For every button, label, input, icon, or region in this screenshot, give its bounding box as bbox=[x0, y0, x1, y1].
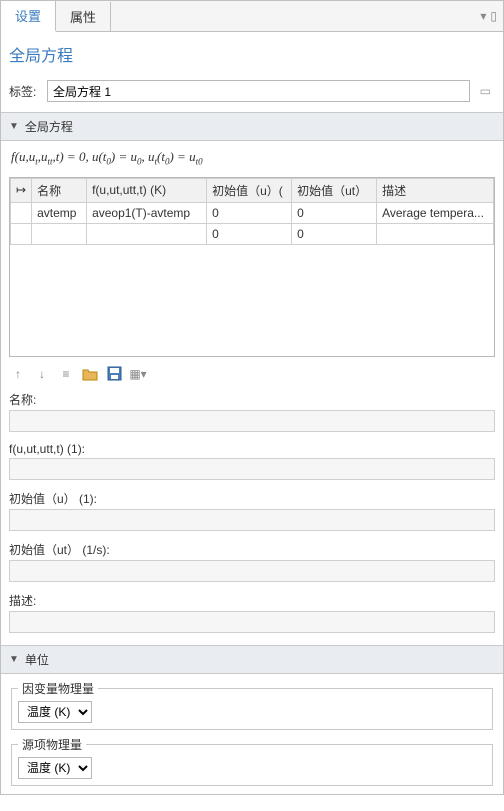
tab-bar: 设置 属性 ▾ ▯ bbox=[1, 1, 503, 32]
clear-button[interactable]: ▦▾ bbox=[129, 365, 147, 383]
cell-desc[interactable]: Average tempera... bbox=[377, 202, 494, 223]
name-input[interactable] bbox=[9, 410, 495, 432]
depvar-fieldset: 因变量物理量 温度 (K) bbox=[11, 680, 493, 730]
field-name: 名称: bbox=[1, 387, 503, 438]
field-ut0: 初始值（ut） (1/s): bbox=[1, 537, 503, 588]
cell-ut0[interactable]: 0 bbox=[292, 202, 377, 223]
list-icon[interactable]: ≡ bbox=[57, 365, 75, 383]
ut0-label: 初始值（ut） (1/s): bbox=[9, 539, 495, 560]
cell-f[interactable] bbox=[87, 223, 207, 244]
col-desc[interactable]: 描述 bbox=[377, 178, 494, 202]
section-units[interactable]: ▼ 单位 bbox=[1, 645, 503, 674]
col-name[interactable]: 名称 bbox=[32, 178, 87, 202]
source-legend: 源项物理量 bbox=[18, 736, 86, 753]
help-icon[interactable]: ▯ bbox=[490, 9, 497, 23]
dropdown-icon[interactable]: ▾ bbox=[480, 9, 486, 23]
depvar-select[interactable]: 温度 (K) bbox=[18, 701, 92, 723]
chevron-down-icon: ▼ bbox=[9, 121, 19, 132]
chevron-down-icon: ▼ bbox=[9, 654, 19, 665]
name-label: 名称: bbox=[9, 389, 495, 410]
cell-desc[interactable] bbox=[377, 223, 494, 244]
section-global-label: 全局方程 bbox=[25, 118, 73, 135]
tag-row: 标签: ▭ bbox=[1, 76, 503, 106]
tag-label: 标签: bbox=[9, 83, 41, 100]
save-button[interactable] bbox=[105, 365, 123, 383]
col-ut0[interactable]: 初始值（ut） bbox=[292, 178, 377, 202]
page-title: 全局方程 bbox=[1, 32, 503, 76]
field-u0: 初始值（u） (1): bbox=[1, 486, 503, 537]
cell-name[interactable]: avtemp bbox=[32, 202, 87, 223]
desc-input[interactable] bbox=[9, 611, 495, 633]
section-global-equations[interactable]: ▼ 全局方程 bbox=[1, 112, 503, 141]
tab-properties[interactable]: 属性 bbox=[56, 2, 111, 31]
equations-table[interactable]: ↦ 名称 f(u,ut,utt,t) (K) 初始值（u）( 初始值（ut） 描… bbox=[9, 177, 495, 357]
cell-u0[interactable]: 0 bbox=[207, 223, 292, 244]
f-input[interactable] bbox=[9, 458, 495, 480]
desc-label: 描述: bbox=[9, 590, 495, 611]
section-units-label: 单位 bbox=[25, 651, 49, 668]
f-label: f(u,ut,utt,t) (1): bbox=[9, 440, 495, 458]
tab-settings[interactable]: 设置 bbox=[1, 1, 56, 32]
depvar-legend: 因变量物理量 bbox=[18, 680, 98, 697]
source-select[interactable]: 温度 (K) bbox=[18, 757, 92, 779]
table-toolbar: ↑ ↓ ≡ ▦▾ bbox=[1, 357, 503, 387]
tag-edit-icon[interactable]: ▭ bbox=[476, 84, 495, 98]
col-u0[interactable]: 初始值（u）( bbox=[207, 178, 292, 202]
tag-input[interactable] bbox=[47, 80, 470, 102]
tab-right-controls: ▾ ▯ bbox=[480, 9, 503, 23]
col-arrow[interactable]: ↦ bbox=[11, 178, 32, 202]
cell-u0[interactable]: 0 bbox=[207, 202, 292, 223]
table-row[interactable]: 00 bbox=[11, 223, 494, 244]
row-marker[interactable] bbox=[11, 223, 32, 244]
table-row[interactable]: avtempaveop1(T)-avtemp00Average tempera.… bbox=[11, 202, 494, 223]
col-f[interactable]: f(u,ut,utt,t) (K) bbox=[87, 178, 207, 202]
cell-name[interactable] bbox=[32, 223, 87, 244]
cell-ut0[interactable]: 0 bbox=[292, 223, 377, 244]
equation-formula: f(u,ut,utt,t) = 0, u(t0) = u0, ut(t0) = … bbox=[1, 141, 503, 177]
move-down-button[interactable]: ↓ bbox=[33, 365, 51, 383]
move-up-button[interactable]: ↑ bbox=[9, 365, 27, 383]
u0-label: 初始值（u） (1): bbox=[9, 488, 495, 509]
field-desc: 描述: bbox=[1, 588, 503, 639]
source-fieldset: 源项物理量 温度 (K) bbox=[11, 736, 493, 786]
field-f: f(u,ut,utt,t) (1): bbox=[1, 438, 503, 486]
row-marker[interactable] bbox=[11, 202, 32, 223]
u0-input[interactable] bbox=[9, 509, 495, 531]
settings-panel: 设置 属性 ▾ ▯ 全局方程 标签: ▭ ▼ 全局方程 f(u,ut,utt,t… bbox=[0, 0, 504, 795]
cell-f[interactable]: aveop1(T)-avtemp bbox=[87, 202, 207, 223]
ut0-input[interactable] bbox=[9, 560, 495, 582]
open-button[interactable] bbox=[81, 365, 99, 383]
